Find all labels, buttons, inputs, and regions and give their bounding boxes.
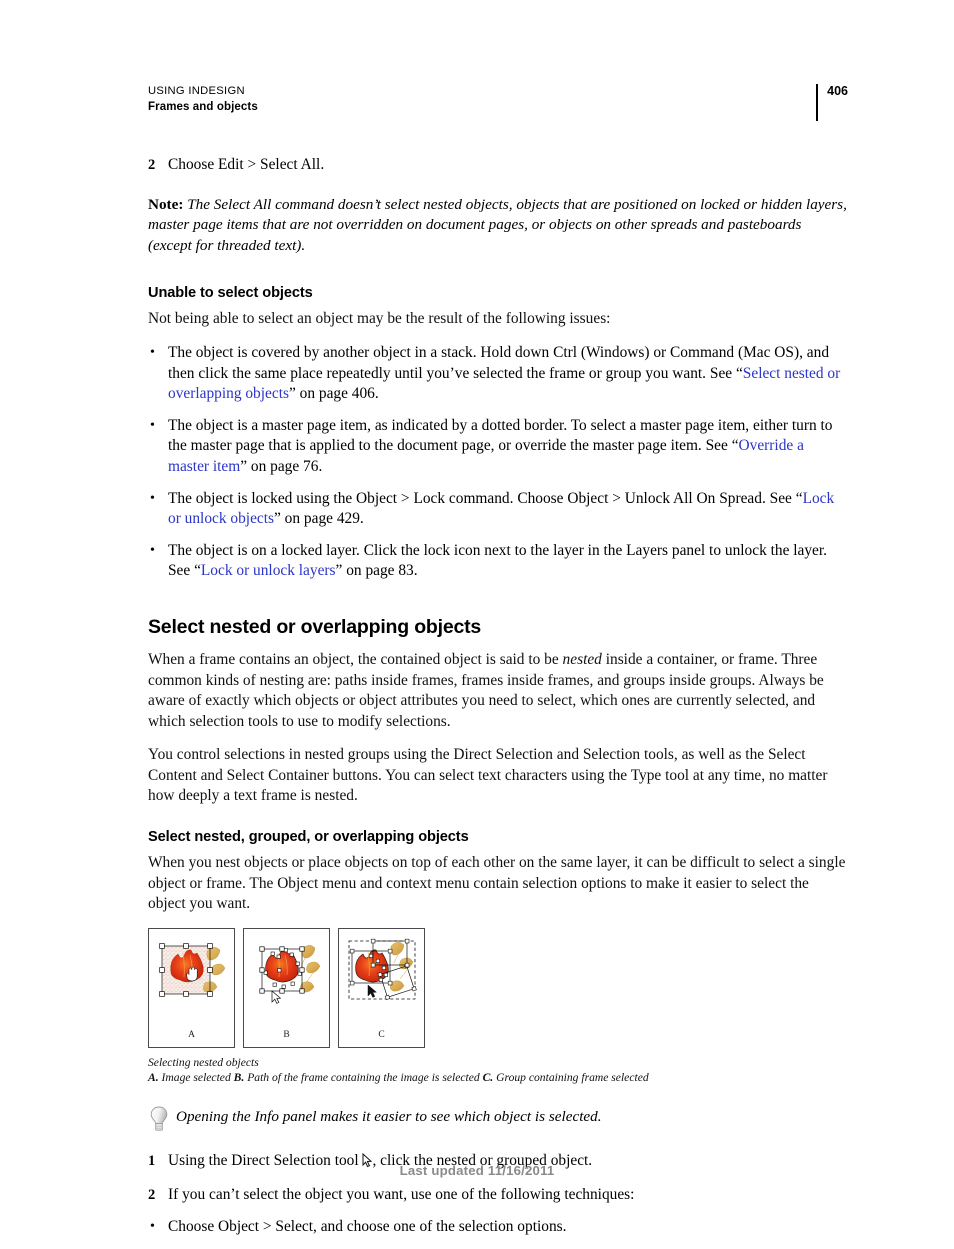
page-number: 406: [827, 84, 848, 98]
bullet-text-part1: The object is covered by another object …: [168, 343, 830, 382]
numbered-step-top: 2 Choose Edit > Select All.: [148, 155, 848, 176]
figure-panel-a: A: [148, 927, 235, 1048]
figure-caption-keys: A. Image selected B. Path of the frame c…: [148, 1070, 848, 1085]
header-product-title: USING INDESIGN: [148, 85, 245, 97]
page-content: 2 Choose Edit > Select All. Note: The Se…: [148, 155, 848, 1249]
group-containing-frame-selected-illustration: [348, 938, 417, 1000]
heading-select-nested-or-overlapping-objects: Select nested or overlapping objects: [148, 615, 482, 638]
main-paragraph-2: You control selections in nested groups …: [148, 746, 828, 805]
bullet-text-part1: The object is a master page item, as ind…: [168, 416, 833, 455]
figure-key-c: C.: [482, 1070, 494, 1084]
bullet-item: • The object is locked using the Object …: [148, 489, 848, 530]
bullet-text: The object is on a locked layer. Click t…: [168, 541, 848, 582]
figure-panel-label-a: A: [188, 1029, 195, 1040]
figure-key-c-text: Group containing frame selected: [493, 1070, 649, 1084]
bullet-item: • The object is covered by another objec…: [148, 343, 848, 405]
note-block: Note: The Select All command doesn’t sel…: [148, 195, 848, 257]
bullet-text-part2: ” on page 76.: [240, 457, 323, 475]
numbered-step: 2 If you can’t select the object you wan…: [148, 1185, 848, 1206]
bullet-text: The object is covered by another object …: [168, 343, 848, 405]
image-selected-illustration: [159, 943, 226, 997]
figure-key-b-text: Path of the frame containing the image i…: [244, 1070, 483, 1084]
main-para1-emphasis: nested: [562, 650, 602, 668]
heading-select-nested-grouped-or-overlapping-objects: Select nested, grouped, or overlapping o…: [148, 829, 469, 846]
sub-paragraph: When you nest objects or place objects o…: [148, 854, 846, 913]
running-header: USING INDESIGN Frames and objects 406: [148, 84, 848, 130]
bullet-item: • The object is on a locked layer. Click…: [148, 541, 848, 582]
bullet-text-part1: The object is locked using the Object > …: [168, 489, 803, 507]
figure-illustration-row: A B C: [148, 927, 848, 1048]
selection-cursor-icon: [367, 984, 378, 998]
step-text: If you can’t select the object you want,…: [168, 1186, 635, 1204]
tip-text: Opening the Info panel makes it easier t…: [176, 1107, 602, 1125]
figure-panel-c: C: [338, 927, 425, 1048]
figure-panel-label-c: C: [378, 1029, 385, 1040]
bullet-text-part2: ” on page 406.: [288, 385, 379, 403]
main-para1-a: When a frame contains an object, the con…: [148, 650, 563, 668]
direct-selection-cursor-icon: [271, 990, 282, 1004]
frame-path-selected-illustration: [259, 944, 321, 1004]
main-paragraph-1: When a frame contains an object, the con…: [148, 650, 848, 732]
document-page: USING INDESIGN Frames and objects 406 2 …: [0, 0, 954, 1235]
unable-intro-paragraph: Not being able to select an object may b…: [148, 310, 611, 328]
bullet-text-part2: ” on page 83.: [335, 562, 418, 580]
bullet-marker: •: [150, 344, 155, 360]
figure-panel-label-b: B: [283, 1029, 290, 1040]
header-chapter-title: Frames and objects: [148, 101, 258, 113]
step-text: Choose Edit > Select All.: [168, 156, 325, 173]
tip-block: Opening the Info panel makes it easier t…: [148, 1105, 848, 1135]
step-marker: 2: [148, 157, 156, 173]
bullet-marker: •: [150, 490, 155, 506]
page-number-group: 406: [816, 84, 848, 121]
page-number-rule: [816, 84, 819, 121]
bullet-item: • The object is a master page item, as i…: [148, 416, 848, 478]
bullet-marker: •: [150, 417, 155, 433]
figure-key-a-text: Image selected: [158, 1070, 234, 1084]
figure-panel-b: B: [243, 927, 330, 1048]
bullet-text: The object is a master page item, as ind…: [168, 416, 848, 478]
bullet-text-part2: ” on page 429.: [274, 510, 364, 528]
step-marker: 2: [148, 1187, 156, 1204]
note-label: Note:: [148, 195, 184, 213]
note-text: The Select All command doesn’t select ne…: [148, 195, 847, 254]
figure-caption-title: Selecting nested objects: [148, 1055, 259, 1069]
footer-last-updated: Last updated 11/16/2011: [399, 1163, 555, 1178]
bullet-marker: •: [150, 542, 155, 558]
bullet-text: The object is locked using the Object > …: [168, 489, 848, 530]
figure-key-b: B.: [233, 1070, 245, 1084]
xref-link-lock-or-unlock-layers[interactable]: Lock or unlock layers: [201, 562, 336, 579]
lightbulb-icon: [148, 1105, 176, 1135]
figure-key-a: A.: [148, 1070, 159, 1084]
heading-unable-to-select-objects: Unable to select objects: [148, 285, 313, 302]
